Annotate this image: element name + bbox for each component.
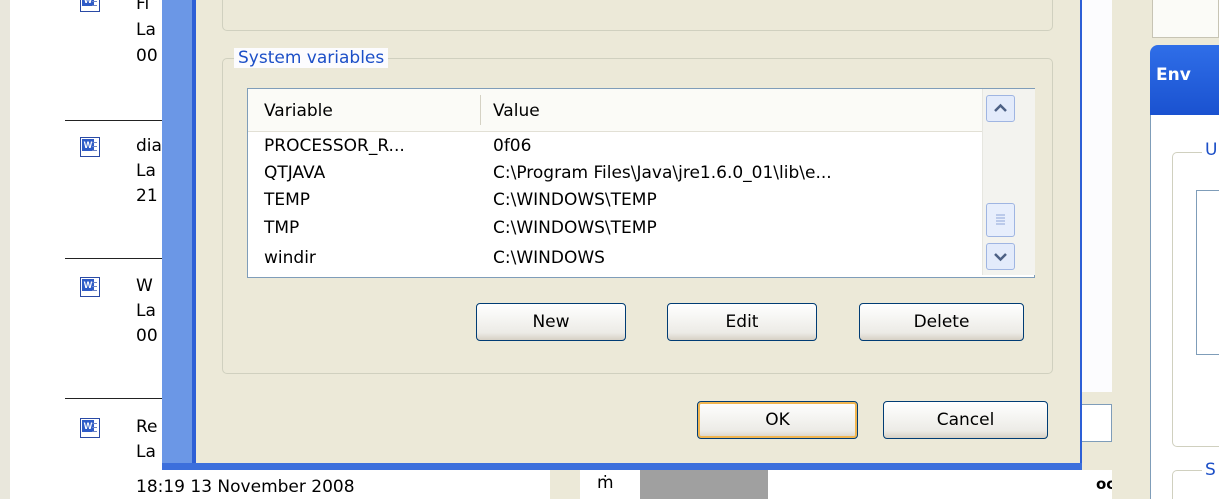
list-item-line: 21 <box>136 186 158 206</box>
doc-icon: W <box>80 0 100 12</box>
cancel-button[interactable]: Cancel <box>883 401 1048 439</box>
delete-button[interactable]: Delete <box>859 303 1024 341</box>
row-value[interactable]: C:\Program Files\Java\jre1.6.0_01\lib\e.… <box>493 162 832 184</box>
background-input[interactable] <box>1082 404 1112 442</box>
file-list: W Fi La 00 W dia La 21 W W La 00 W Re La <box>10 0 162 499</box>
list-item-name[interactable]: Re <box>136 417 158 438</box>
list-item-line: 00 <box>136 326 158 346</box>
word-document-icon: W <box>80 418 100 438</box>
row-variable[interactable]: TEMP <box>264 189 310 211</box>
word-document-icon: W <box>80 0 100 12</box>
row-value[interactable]: 0f06 <box>493 135 531 157</box>
list-item-name[interactable]: dia <box>136 136 162 157</box>
list-item-line: La <box>136 442 156 462</box>
background-cell <box>768 470 1140 499</box>
list-item-name[interactable]: Fi <box>136 0 149 15</box>
scroll-up-button[interactable] <box>986 95 1015 122</box>
window-frame-bottom <box>162 463 1082 470</box>
right-window-title: Env <box>1156 65 1191 85</box>
row-value[interactable]: C:\WINDOWS\TEMP <box>493 217 657 239</box>
window-frame <box>162 0 192 470</box>
divider <box>65 398 162 399</box>
divider <box>65 258 162 259</box>
chevron-up-icon <box>994 103 1007 112</box>
system-variables-list[interactable]: Variable Value PROCESSOR_R... 0f06 QTJAV… <box>247 88 1035 278</box>
column-variable[interactable]: Variable <box>264 100 333 122</box>
row-value[interactable]: C:\WINDOWS <box>493 247 605 269</box>
group-label: System variables <box>234 48 389 68</box>
row-variable[interactable]: TMP <box>264 217 299 239</box>
right-group-label: S <box>1202 460 1219 480</box>
modified-date-text: 18:19 13 November 2008 <box>136 477 355 497</box>
new-button[interactable]: New <box>476 303 626 341</box>
list-item-line: La <box>136 20 156 40</box>
scroll-down-button[interactable] <box>986 243 1015 270</box>
doc-icon: W <box>80 137 100 157</box>
column-value[interactable]: Value <box>493 100 540 122</box>
right-list[interactable] <box>1196 190 1219 355</box>
row-variable[interactable]: QTJAVA <box>264 162 325 184</box>
word-document-icon: W <box>80 137 100 157</box>
list-item-line: La <box>136 161 156 181</box>
right-window-titlebar[interactable]: Env <box>1150 45 1219 115</box>
chevron-down-icon <box>994 253 1007 262</box>
background-window-pane <box>1082 0 1113 392</box>
doc-icon: W <box>80 277 100 297</box>
column-header: Variable Value <box>248 89 982 132</box>
background-strip <box>550 470 580 499</box>
list-item-line: 00 <box>136 46 158 66</box>
scrollbar-thumb[interactable] <box>986 203 1015 237</box>
ok-button[interactable]: OK <box>697 401 858 439</box>
row-variable[interactable]: windir <box>264 247 316 269</box>
environment-variables-dialog: System variables Variable Value PROCESSO… <box>192 0 1082 470</box>
vertical-scrollbar[interactable] <box>982 89 1035 275</box>
background-char: ṁ <box>597 473 614 493</box>
user-variables-group <box>222 0 1053 31</box>
edit-button[interactable]: Edit <box>667 303 817 341</box>
grip-icon <box>996 214 1005 225</box>
divider <box>65 120 162 121</box>
doc-icon: W <box>80 418 100 438</box>
row-variable[interactable]: PROCESSOR_R... <box>264 135 405 157</box>
word-document-icon: W <box>80 277 100 297</box>
background-gray-bar <box>640 470 768 499</box>
dialog-left-border <box>192 0 196 470</box>
right-group-label: U <box>1202 140 1219 160</box>
list-item-line: La <box>136 301 156 321</box>
list-item-name[interactable]: W <box>136 276 153 297</box>
row-value[interactable]: C:\WINDOWS\TEMP <box>493 189 657 211</box>
right-window-top-tab <box>1152 0 1219 38</box>
column-divider[interactable] <box>480 95 481 125</box>
